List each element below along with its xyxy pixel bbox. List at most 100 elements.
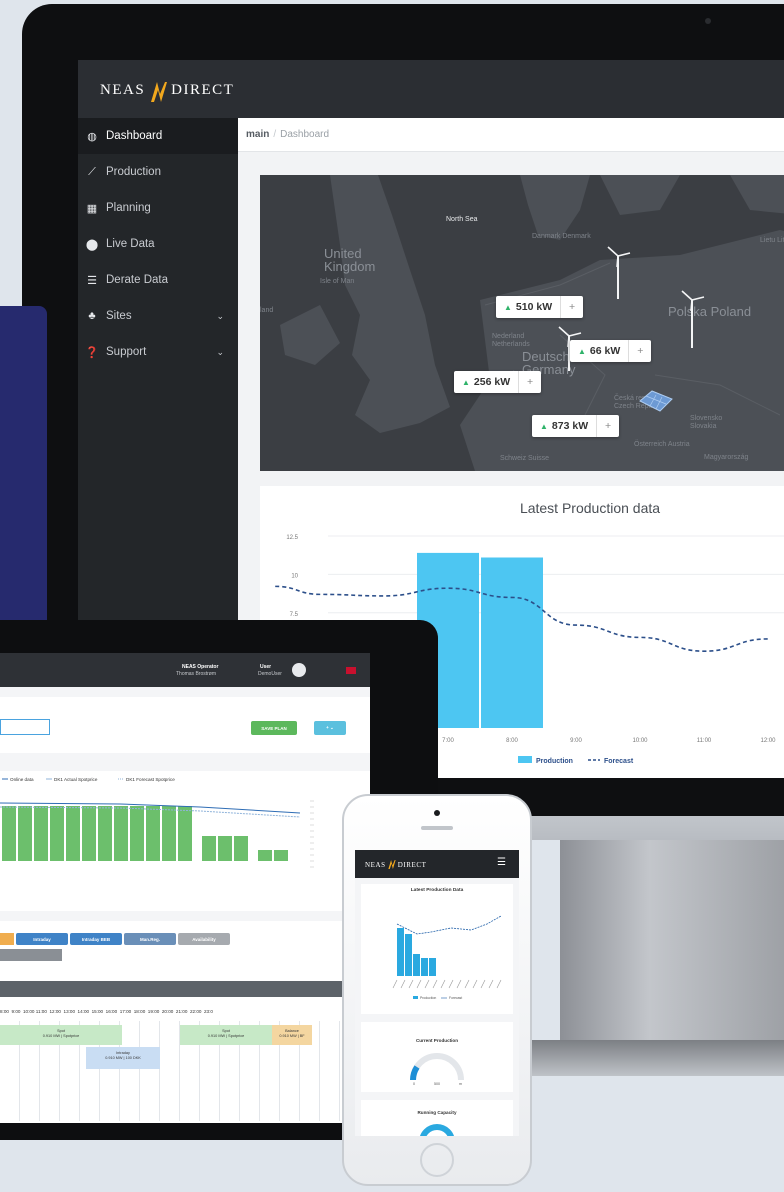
map-label: land [260, 307, 274, 314]
date-input[interactable] [0, 719, 50, 735]
schedule-block-detail: 0.910 MW | 100 DKK [105, 1056, 141, 1060]
schedule-block-detail: 0.910 MW | Spotprice [42, 1034, 80, 1038]
phone-x-tick [496, 979, 502, 989]
x-tick-label: 12:00 [760, 738, 776, 744]
tablet-bar [114, 806, 128, 861]
flag-uk-icon[interactable] [346, 667, 356, 674]
y-tick-label: 10 [291, 573, 298, 579]
tablet-tab[interactable]: Man.Reg. [124, 933, 176, 945]
monitor-stand-base [530, 1040, 784, 1076]
phone-legend-production-swatch [413, 996, 418, 999]
map-label: Isle of Man [320, 278, 355, 285]
tablet-bar [66, 806, 80, 861]
sidebar-item-production[interactable]: ⟋ Production [78, 154, 238, 190]
tablet-tab[interactable]: Intraday BEB [70, 933, 122, 945]
map-label: Magyarország [704, 454, 749, 461]
add-button[interactable]: + ⌄ [314, 721, 346, 735]
chevron-down-icon[interactable]: ⌄ [216, 347, 224, 358]
tablet-bar [218, 836, 232, 861]
add-icon[interactable]: + [519, 376, 541, 388]
map-label: Lietu Lithua [760, 237, 784, 244]
operator-name: Thomas Brostrøm [176, 671, 217, 677]
phone-bar [421, 958, 428, 976]
y-tick-label: 12.5 [286, 535, 298, 541]
schedule-block-detail: 0.910 MW | BF [279, 1034, 305, 1038]
site-output-badge[interactable]: ▲ 66 kW + [570, 340, 652, 362]
phone-forecast-line [396, 915, 502, 935]
phone-brand-right: DIRECT [397, 860, 427, 869]
map-label: Österreich Austria [634, 441, 690, 448]
phone-x-tick [448, 979, 454, 989]
phone-bar [413, 954, 420, 976]
phone-x-tick [464, 979, 470, 989]
legend-production-swatch [518, 756, 532, 763]
brand-logo[interactable]: NEAS DIRECT [100, 80, 234, 102]
question-icon: ❓ [85, 346, 99, 359]
breadcrumb-root[interactable]: main [246, 129, 269, 140]
add-icon[interactable]: + [629, 345, 651, 357]
x-tick-label: 10:00 [632, 738, 648, 744]
phone-x-tick [424, 979, 430, 989]
hamburger-icon[interactable]: ☰ [497, 858, 507, 868]
operator-role: NEAS Operator [182, 664, 219, 670]
tablet-chart-card: Online data DK1 Actual Spotprice DK1 Forec… [0, 771, 370, 911]
phone-legend-production: Production [420, 996, 436, 1000]
sidebar-item-live-data[interactable]: ⬤ Live Data [78, 226, 238, 262]
tablet-bar [50, 806, 64, 861]
sidebar-item-sites[interactable]: ♣ Sites ⌄ [78, 298, 238, 334]
x-tick-label: 8:00 [506, 738, 518, 744]
phone-chart-card: Latest Production Data Production Forecas… [361, 884, 513, 1014]
capacity-ring [420, 1124, 454, 1136]
sidebar-item-derate-data[interactable]: ☰ Derate Data [78, 262, 238, 298]
tablet-tab-bar: Intraday Intraday BEB Man.Reg. Availability [0, 921, 370, 981]
running-capacity-title: Running Capacity [417, 1110, 457, 1115]
sidebar-item-dashboard[interactable]: ◍ Dashboard [78, 118, 238, 154]
site-output-value: 66 kW [590, 340, 630, 362]
map-label: North Sea [446, 216, 478, 223]
camera-icon [705, 18, 711, 24]
x-tick-label: 11:00 [697, 738, 712, 744]
site-output-badge[interactable]: ▲ 873 kW + [532, 415, 620, 437]
tablet-screen: NEAS Operator Thomas Brostrøm User DemoU… [0, 653, 370, 1123]
user-avatar-icon[interactable] [292, 663, 306, 677]
schedule-block[interactable]: Spot 0.910 MW | Spotprice [180, 1025, 272, 1045]
add-icon[interactable]: + [597, 420, 619, 432]
chevron-down-icon[interactable]: ⌄ [216, 311, 224, 322]
tab-orange[interactable] [0, 933, 14, 945]
tablet-bar [274, 850, 288, 861]
gauge-min: 0 [413, 1082, 415, 1086]
sitemap-icon: ♣ [88, 310, 96, 322]
site-output-value: 510 kW [516, 296, 562, 318]
phone-x-tick [480, 979, 486, 989]
map-label: Nederland Netherlands [492, 333, 530, 348]
save-plan-button[interactable]: SAVE PLAN [251, 721, 297, 735]
legend-forecast-label: Forecast [604, 758, 634, 765]
phone-brand[interactable]: NEAS DIRECT [365, 859, 427, 870]
site-output-badge[interactable]: ▲ 510 kW + [496, 296, 584, 318]
schedule-block[interactable]: Spot 0.910 MW | Spotprice [0, 1025, 122, 1045]
phone-nav: NEAS DIRECT ☰ [355, 850, 519, 878]
schedule-block[interactable]: Intraday 0.910 MW | 100 DKK [86, 1047, 160, 1069]
add-icon[interactable]: + [561, 301, 583, 313]
production-gauge [410, 1053, 464, 1081]
site-map[interactable]: North Sea United Kingdom Isle of Man Polska… [260, 175, 784, 471]
phone-x-tick [432, 979, 438, 989]
sidebar-item-support[interactable]: ❓ Support ⌄ [78, 334, 238, 370]
home-button[interactable] [420, 1143, 454, 1177]
production-bar [481, 557, 543, 728]
line-chart-icon: ⟋ [88, 165, 96, 178]
brand-n-icon [148, 80, 168, 102]
current-production-title: Current Production [415, 1038, 459, 1043]
schedule-block[interactable]: Balance 0.910 MW | BF [272, 1025, 312, 1045]
tablet-bar [146, 806, 160, 861]
map-label: Danmark Denmark [532, 233, 591, 240]
turbine-blades-icon [607, 246, 631, 267]
tab-gray[interactable] [0, 949, 62, 961]
site-output-badge[interactable]: ▲ 256 kW + [454, 371, 542, 393]
tablet-tab[interactable]: Availability [178, 933, 230, 945]
phone-x-tick [440, 979, 446, 989]
tablet-tab[interactable]: Intraday [16, 933, 68, 945]
sidebar-item-planning[interactable]: ▦ Planning [78, 190, 238, 226]
gauge-mid: 500 [434, 1082, 440, 1086]
site-output-value: 873 kW [552, 415, 598, 437]
